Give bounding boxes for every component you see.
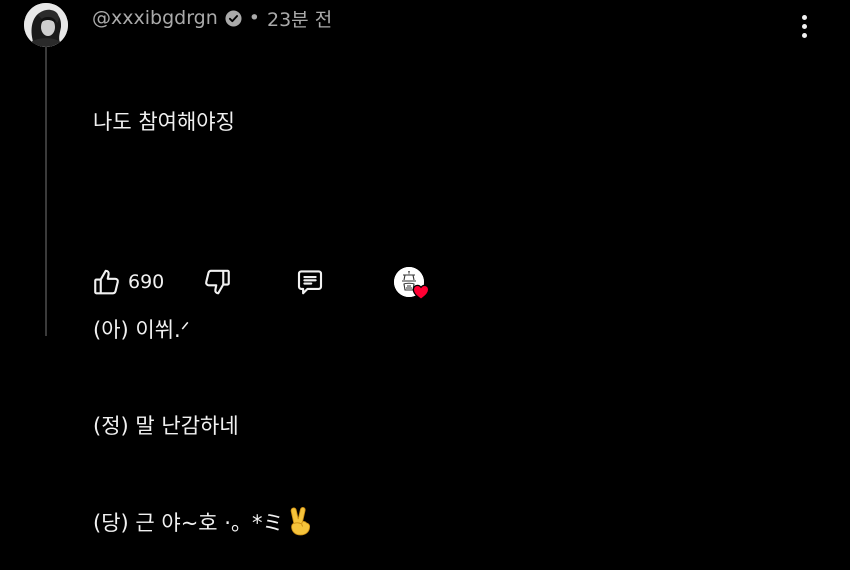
victory-hand-icon [291,506,311,536]
heart-icon [412,284,430,300]
more-vertical-icon-dot [801,14,807,20]
comment-text: 나도 참여해야징 (아) 이쒸.ᐟ (정) 말 난감하네 (당) 근 야~호 ·… [93,42,313,570]
comment-line-last: (당) 근 야~호 ·。*ミ [93,506,313,538]
thread-line [45,46,47,336]
like-button[interactable]: 690 [92,262,164,302]
header-separator: • [248,7,260,29]
verified-badge-icon [225,9,242,27]
more-options-button[interactable] [792,10,816,42]
like-count: 690 [128,271,165,293]
comment-line-text: (당) 근 야~호 ·。*ミ [93,511,284,535]
comment-header: @xxxibgdrgn • 23분 전 [92,4,332,32]
dislike-button[interactable] [202,262,232,302]
creator-heart-badge [394,267,430,301]
comment-timestamp[interactable]: 23분 전 [267,5,332,32]
author-avatar[interactable] [24,3,68,47]
avatar-photo [24,3,68,47]
author-handle[interactable]: @xxxibgdrgn [92,7,218,29]
comment-line: 나도 참여해야징 [93,110,235,134]
reply-button[interactable] [295,262,325,302]
comment-line: (아) 이쒸.ᐟ [93,318,190,342]
comment-reply-icon [297,270,323,295]
more-vertical-icon-dot [801,32,807,38]
thumbs-up-icon [94,269,119,295]
comment-line: (정) 말 난감하네 [93,414,239,438]
thumbs-down-icon [205,269,230,295]
more-vertical-icon-dot [801,23,807,29]
comment-blank-line [93,202,313,250]
